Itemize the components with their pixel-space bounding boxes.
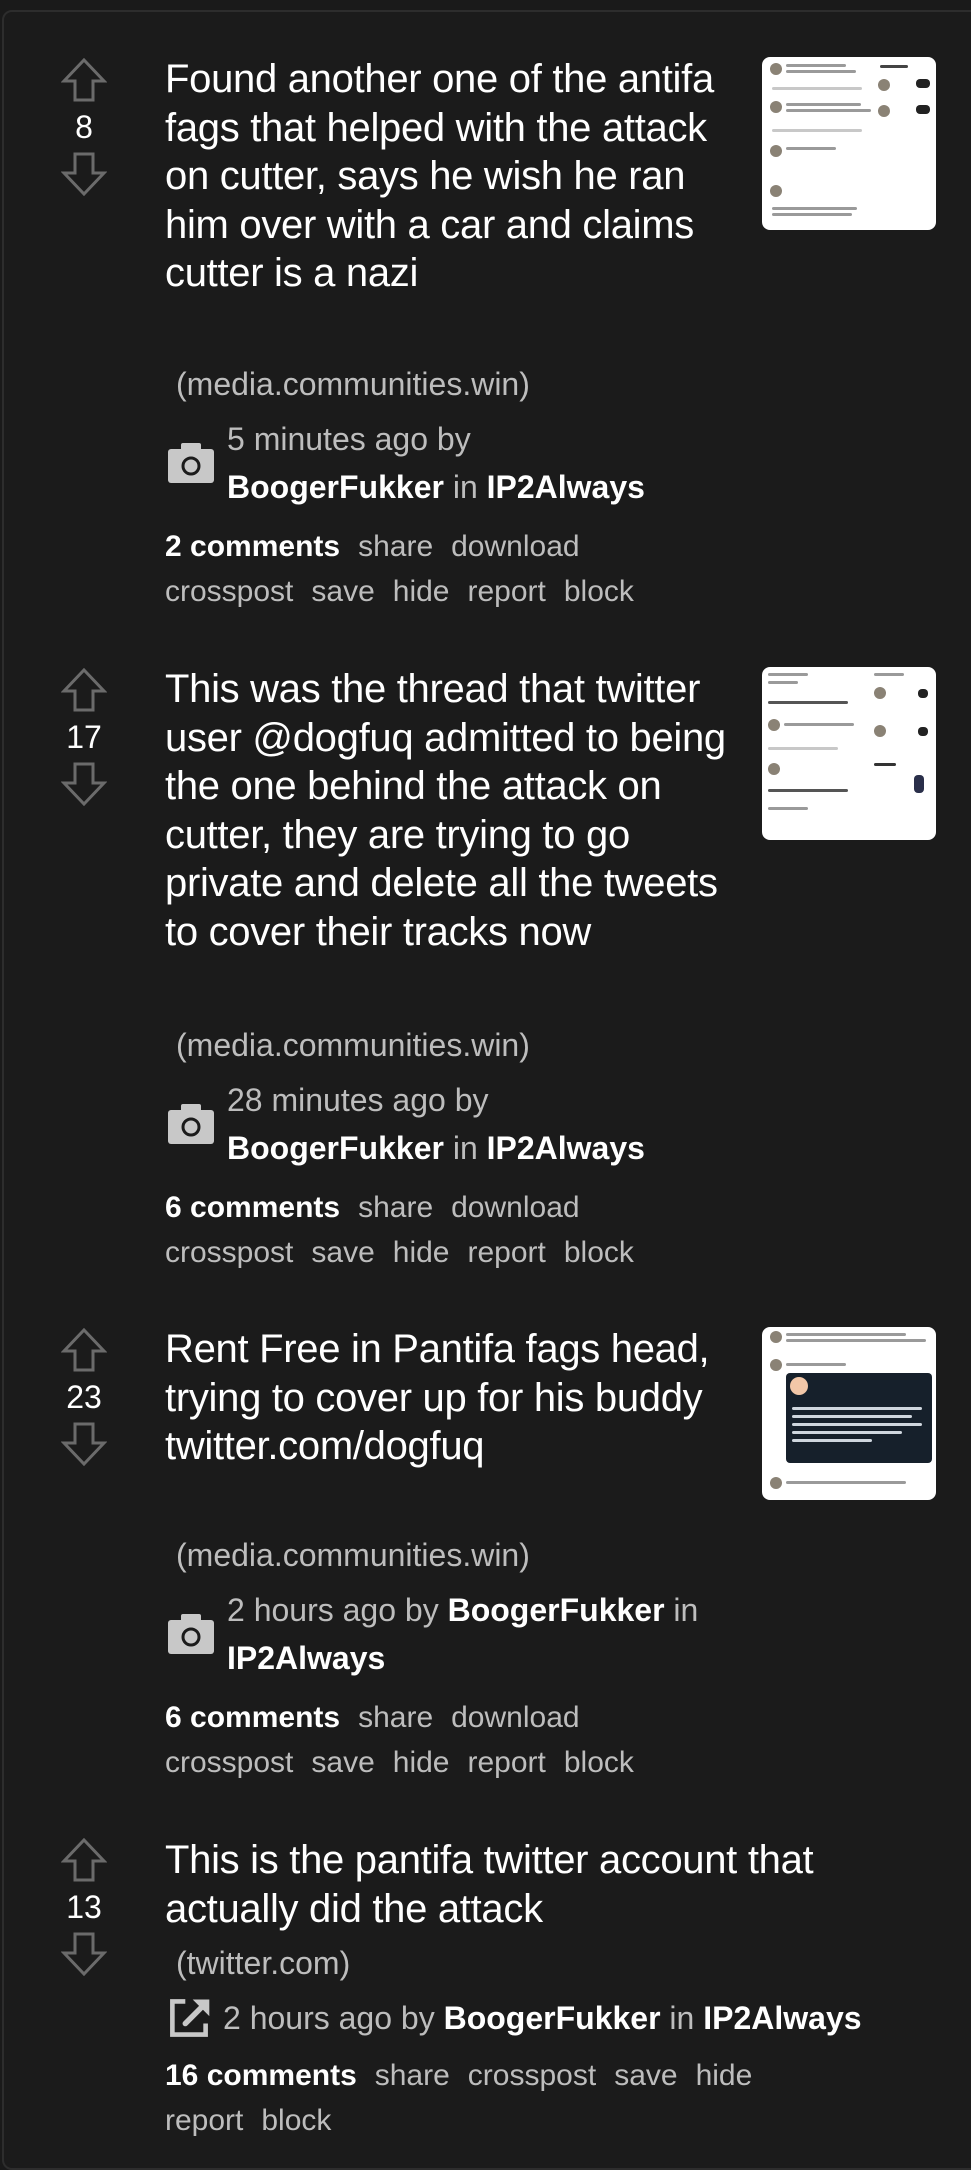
share-link[interactable]: share <box>358 530 433 563</box>
by-label: by <box>436 421 471 457</box>
post-title[interactable]: Found another one of the antifa fags tha… <box>165 55 745 298</box>
block-link[interactable]: block <box>261 2104 331 2137</box>
post-time: 2 hours ago <box>227 1592 397 1628</box>
hide-link[interactable]: hide <box>393 1746 450 1779</box>
post-byline: 2 hours ago by BoogerFukker in IP2Always <box>223 1994 862 2042</box>
download-link[interactable]: download <box>451 1191 579 1224</box>
post-actions: 2 comments share download crosspost save hide… <box>165 524 765 614</box>
vote-score: 23 <box>66 1379 102 1415</box>
hide-link[interactable]: hide <box>393 575 450 608</box>
block-link[interactable]: block <box>564 1746 634 1779</box>
share-link[interactable]: share <box>375 2059 450 2092</box>
downvote-icon[interactable] <box>61 1422 107 1466</box>
post-meta: 28 minutes ago by BoogerFukker in IP2Alw… <box>165 1076 685 1172</box>
comments-link[interactable]: 6 comments <box>165 1191 340 1224</box>
post-time: 2 hours ago <box>223 2000 393 2036</box>
external-link-icon <box>170 1999 210 2037</box>
post-title[interactable]: Rent Free in Pantifa fags head, trying t… <box>165 1325 745 1471</box>
block-link[interactable]: block <box>564 575 634 608</box>
crosspost-link[interactable]: crosspost <box>468 2059 596 2092</box>
post-byline: 28 minutes ago by BoogerFukker in IP2Alw… <box>227 1076 685 1172</box>
post-thumbnail[interactable] <box>762 57 936 230</box>
upvote-icon[interactable] <box>61 58 107 102</box>
vote-controls: 23 <box>40 1328 128 1466</box>
hide-link[interactable]: hide <box>393 1236 450 1269</box>
report-link[interactable]: report <box>165 2104 243 2137</box>
report-link[interactable]: report <box>467 1236 545 1269</box>
by-label: by <box>400 2000 435 2036</box>
post-community[interactable]: IP2Always <box>487 1130 645 1166</box>
save-link[interactable]: save <box>311 575 374 608</box>
save-link[interactable]: save <box>614 2059 677 2092</box>
post-time: 28 minutes ago <box>227 1082 446 1118</box>
post-community[interactable]: IP2Always <box>703 2000 861 2036</box>
crosspost-link[interactable]: crosspost <box>165 1746 293 1779</box>
download-link[interactable]: download <box>451 1701 579 1734</box>
upvote-icon[interactable] <box>61 1838 107 1882</box>
vote-controls: 13 <box>40 1838 128 1976</box>
save-link[interactable]: save <box>311 1746 374 1779</box>
post-domain[interactable]: (media.communities.win) <box>176 1025 530 1065</box>
post-community[interactable]: IP2Always <box>487 469 645 505</box>
share-link[interactable]: share <box>358 1701 433 1734</box>
vote-score: 17 <box>66 719 102 755</box>
post-byline: 5 minutes ago by BoogerFukker in IP2Alwa… <box>227 415 685 511</box>
crosspost-link[interactable]: crosspost <box>165 575 293 608</box>
in-label: in <box>452 469 478 505</box>
in-label: in <box>669 2000 695 2036</box>
report-link[interactable]: report <box>467 1746 545 1779</box>
downvote-icon[interactable] <box>61 1932 107 1976</box>
vote-score: 8 <box>75 109 93 145</box>
download-link[interactable]: download <box>451 530 579 563</box>
camera-icon <box>168 443 214 483</box>
post-actions: 16 comments share crosspost save hide report b… <box>165 2053 865 2143</box>
in-label: in <box>673 1592 699 1628</box>
post-author[interactable]: BoogerFukker <box>227 1130 444 1166</box>
vote-controls: 17 <box>40 668 128 806</box>
post-meta: 2 hours ago by BoogerFukker in IP2Always <box>165 1994 945 2042</box>
upvote-icon[interactable] <box>61 668 107 712</box>
post-author[interactable]: BoogerFukker <box>444 2000 661 2036</box>
block-link[interactable]: block <box>564 1236 634 1269</box>
post-meta: 5 minutes ago by BoogerFukker in IP2Alwa… <box>165 415 685 511</box>
vote-score: 13 <box>66 1889 102 1925</box>
report-link[interactable]: report <box>467 575 545 608</box>
downvote-icon[interactable] <box>61 762 107 806</box>
camera-icon <box>168 1104 214 1144</box>
share-link[interactable]: share <box>358 1191 433 1224</box>
post-thumbnail[interactable] <box>762 1327 936 1500</box>
post-domain[interactable]: (media.communities.win) <box>176 364 530 404</box>
hide-link[interactable]: hide <box>696 2059 753 2092</box>
by-label: by <box>454 1082 489 1118</box>
save-link[interactable]: save <box>311 1236 374 1269</box>
post-domain[interactable]: (media.communities.win) <box>176 1535 530 1575</box>
post-community[interactable]: IP2Always <box>227 1640 385 1676</box>
vote-controls: 8 <box>40 58 128 196</box>
post-time: 5 minutes ago <box>227 421 429 457</box>
camera-icon <box>168 1614 214 1654</box>
post-title[interactable]: This is the pantifa twitter account that… <box>165 1836 945 1933</box>
in-label: in <box>452 1130 478 1166</box>
by-label: by <box>404 1592 439 1628</box>
post-actions: 6 comments share download crosspost save hide… <box>165 1185 765 1275</box>
downvote-icon[interactable] <box>61 152 107 196</box>
post-title[interactable]: This was the thread that twitter user @d… <box>165 665 745 956</box>
post-actions: 6 comments share download crosspost save hide… <box>165 1695 765 1785</box>
post-author[interactable]: BoogerFukker <box>227 469 444 505</box>
crosspost-link[interactable]: crosspost <box>165 1236 293 1269</box>
post-domain[interactable]: (twitter.com) <box>176 1943 350 1983</box>
post-meta: 2 hours ago by BoogerFukker in IP2Always <box>165 1586 765 1682</box>
upvote-icon[interactable] <box>61 1328 107 1372</box>
post-byline: 2 hours ago by BoogerFukker in IP2Always <box>227 1586 765 1682</box>
comments-link[interactable]: 16 comments <box>165 2059 357 2092</box>
comments-link[interactable]: 2 comments <box>165 530 340 563</box>
post-author[interactable]: BoogerFukker <box>448 1592 665 1628</box>
post-thumbnail[interactable] <box>762 667 936 840</box>
comments-link[interactable]: 6 comments <box>165 1701 340 1734</box>
